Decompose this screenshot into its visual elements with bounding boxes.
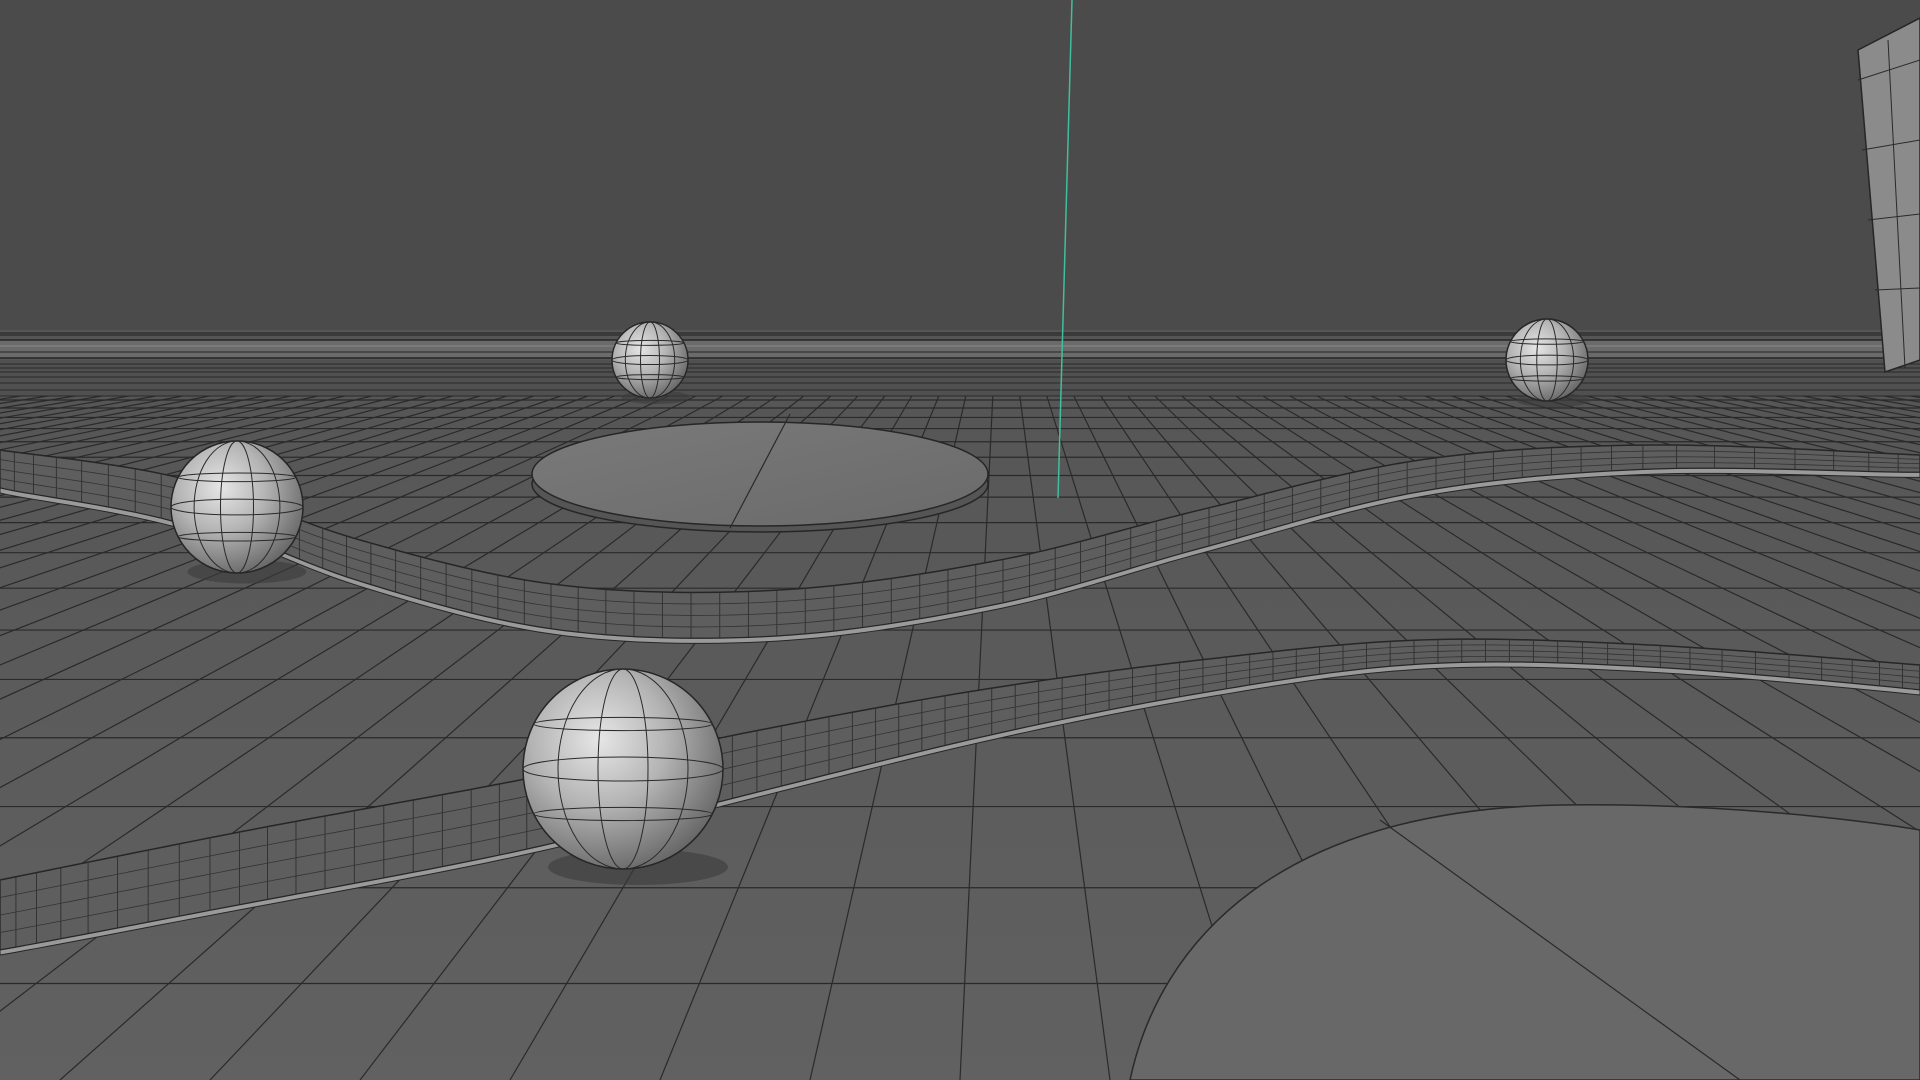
sphere-body: [1505, 318, 1589, 402]
3d-viewport[interactable]: [0, 0, 1920, 1080]
sphere-body: [170, 440, 304, 574]
sphere-body: [522, 668, 724, 870]
scene-canvas[interactable]: [0, 0, 1920, 1080]
sphere-body: [611, 321, 689, 399]
back-wall-horizon[interactable]: [0, 332, 1920, 397]
